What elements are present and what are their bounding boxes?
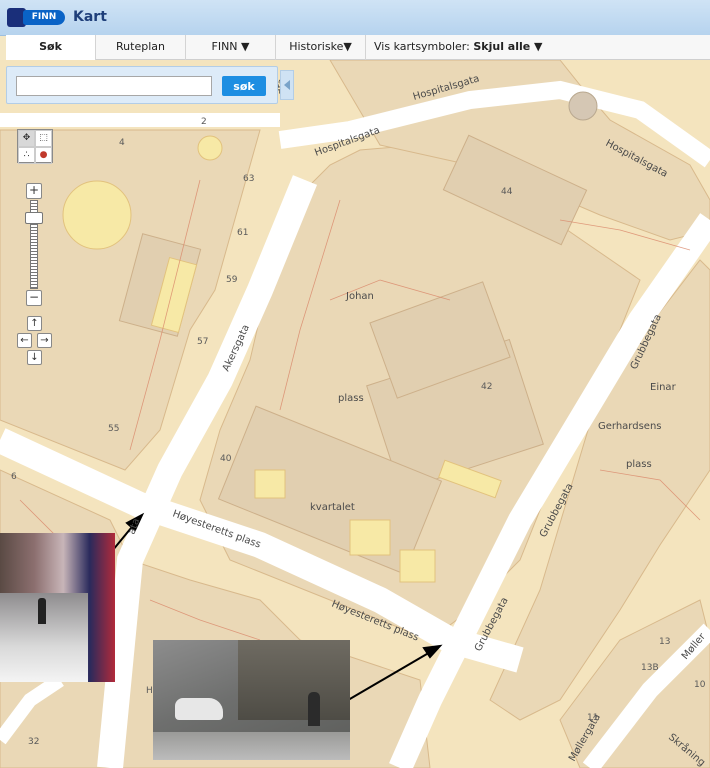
tab-ruteplan[interactable]: Ruteplan — [96, 35, 186, 60]
logo-text: FINN — [23, 10, 65, 25]
select-box-icon[interactable]: ⬚ — [35, 130, 52, 147]
pan-left-button[interactable]: ← — [17, 333, 32, 348]
app-title: Kart — [73, 9, 107, 25]
pan-up-button[interactable]: ↑ — [27, 316, 42, 331]
number-label: 61 — [237, 228, 248, 238]
photo-person — [38, 598, 46, 624]
app-header: FINN Kart — [0, 0, 710, 36]
pan-right-button[interactable]: → — [37, 333, 52, 348]
photo-ground — [153, 732, 350, 760]
zoom-in-button[interactable]: + — [26, 183, 42, 199]
number-label: 44 — [501, 187, 513, 197]
finn-logo[interactable]: FINN — [7, 8, 65, 27]
label-plass: plass — [338, 393, 364, 404]
photo-building — [238, 640, 350, 720]
zoom-out-button[interactable]: − — [26, 290, 42, 306]
number-label: 59 — [226, 275, 238, 285]
measure-icon[interactable]: ∴ — [18, 147, 35, 164]
search-panel: søk — [6, 66, 278, 104]
tab-bar: Søk Ruteplan FINN ▼ Historiske▼ Vis kart… — [6, 35, 710, 60]
number-label: 6 — [11, 472, 17, 482]
number-label: 57 — [197, 337, 208, 347]
map-symbols-label: Vis kartsymboler: — [374, 40, 470, 53]
number-label: 40 — [220, 454, 232, 464]
map-symbols-value[interactable]: Skjul alle ▼ — [473, 40, 542, 53]
photo-car — [175, 698, 223, 720]
number-label: 10 — [694, 680, 706, 690]
number-label: 63 — [243, 174, 254, 184]
zoom-slider-handle[interactable] — [25, 212, 43, 224]
search-input[interactable] — [16, 76, 212, 96]
number-label: 11 — [587, 713, 598, 723]
map-symbols-toggle[interactable]: Vis kartsymboler: Skjul alle ▼ — [366, 35, 543, 59]
pan-down-button[interactable]: ↓ — [27, 350, 42, 365]
number-label: 2 — [201, 117, 207, 127]
search-button[interactable]: søk — [222, 76, 266, 96]
overlay-photo-bottom — [153, 640, 350, 760]
tab-historiske[interactable]: Historiske▼ — [276, 35, 366, 60]
tab-sok[interactable]: Søk — [6, 35, 96, 60]
pan-control: ↑ ← → ↓ — [17, 316, 53, 366]
collapse-panel-button[interactable] — [280, 70, 294, 100]
number-label: 4 — [119, 138, 125, 148]
photo-person — [308, 692, 320, 726]
label-einar: Einar — [650, 382, 677, 393]
number-label: 13B — [641, 663, 659, 673]
tab-finn[interactable]: FINN ▼ — [186, 35, 276, 60]
number-label: 32 — [28, 737, 39, 747]
number-label: 13 — [659, 637, 670, 647]
marker-icon[interactable]: ● — [35, 147, 52, 164]
map-tool-box: ✥ ⬚ ∴ ● — [17, 129, 53, 164]
label-kvartalet: kvartalet — [310, 502, 355, 513]
number-label: H — [146, 686, 153, 696]
label-johan: Johan — [345, 291, 374, 302]
label-plass-2: plass — [626, 459, 652, 470]
label-gerhardsens: Gerhardsens — [598, 421, 662, 432]
number-label: 42 — [481, 382, 492, 392]
number-label: 55 — [108, 424, 119, 434]
pan-tool-icon[interactable]: ✥ — [18, 130, 35, 147]
overlay-photo-left — [0, 533, 115, 682]
